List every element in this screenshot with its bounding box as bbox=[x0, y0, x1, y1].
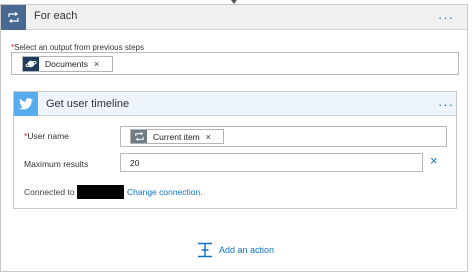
current-item-token-remove-icon[interactable]: × bbox=[206, 132, 211, 142]
redacted-account bbox=[77, 185, 124, 199]
twitter-header[interactable]: Get user timeline ··· bbox=[14, 92, 456, 116]
documents-token-remove-icon[interactable]: × bbox=[94, 59, 99, 69]
current-item-token[interactable]: Current item × bbox=[130, 129, 224, 144]
get-user-timeline-card: Get user timeline ··· *User name Current… bbox=[13, 91, 457, 209]
max-results-value: 20 bbox=[130, 158, 140, 168]
add-action-label: Add an action bbox=[219, 245, 275, 255]
change-connection-link[interactable]: Change connection. bbox=[127, 187, 203, 197]
documents-token[interactable]: Documents × bbox=[22, 56, 113, 72]
current-item-token-label: Current item bbox=[153, 131, 200, 142]
foreach-menu-icon[interactable]: ··· bbox=[438, 11, 454, 24]
select-output-input[interactable]: Documents × bbox=[11, 52, 459, 75]
foreach-card: For each ··· *Select an output from prev… bbox=[0, 4, 468, 272]
max-results-input[interactable]: 20 bbox=[120, 153, 423, 172]
username-label: *User name bbox=[24, 131, 69, 141]
add-action-icon bbox=[197, 242, 213, 258]
twitter-bird-icon bbox=[14, 92, 38, 116]
username-input[interactable]: Current item × bbox=[120, 126, 447, 147]
select-output-label-text: Select an output from previous steps bbox=[14, 43, 144, 52]
documents-token-label: Documents bbox=[45, 59, 88, 69]
foreach-title: For each bbox=[34, 10, 78, 22]
action-menu-icon[interactable]: ··· bbox=[438, 98, 454, 111]
loop-icon bbox=[131, 130, 147, 143]
username-label-text: User name bbox=[27, 131, 69, 141]
loop-icon bbox=[1, 5, 26, 30]
max-results-label: Maximum results bbox=[24, 159, 89, 169]
connected-to-label: Connected to bbox=[24, 187, 75, 197]
foreach-header[interactable]: For each ··· bbox=[1, 5, 467, 30]
documents-planet-icon bbox=[23, 57, 39, 71]
clear-max-results-icon[interactable]: × bbox=[430, 154, 438, 167]
select-output-label: *Select an output from previous steps bbox=[11, 43, 144, 52]
add-action-button[interactable]: Add an action bbox=[197, 240, 274, 260]
action-title: Get user timeline bbox=[46, 98, 130, 110]
